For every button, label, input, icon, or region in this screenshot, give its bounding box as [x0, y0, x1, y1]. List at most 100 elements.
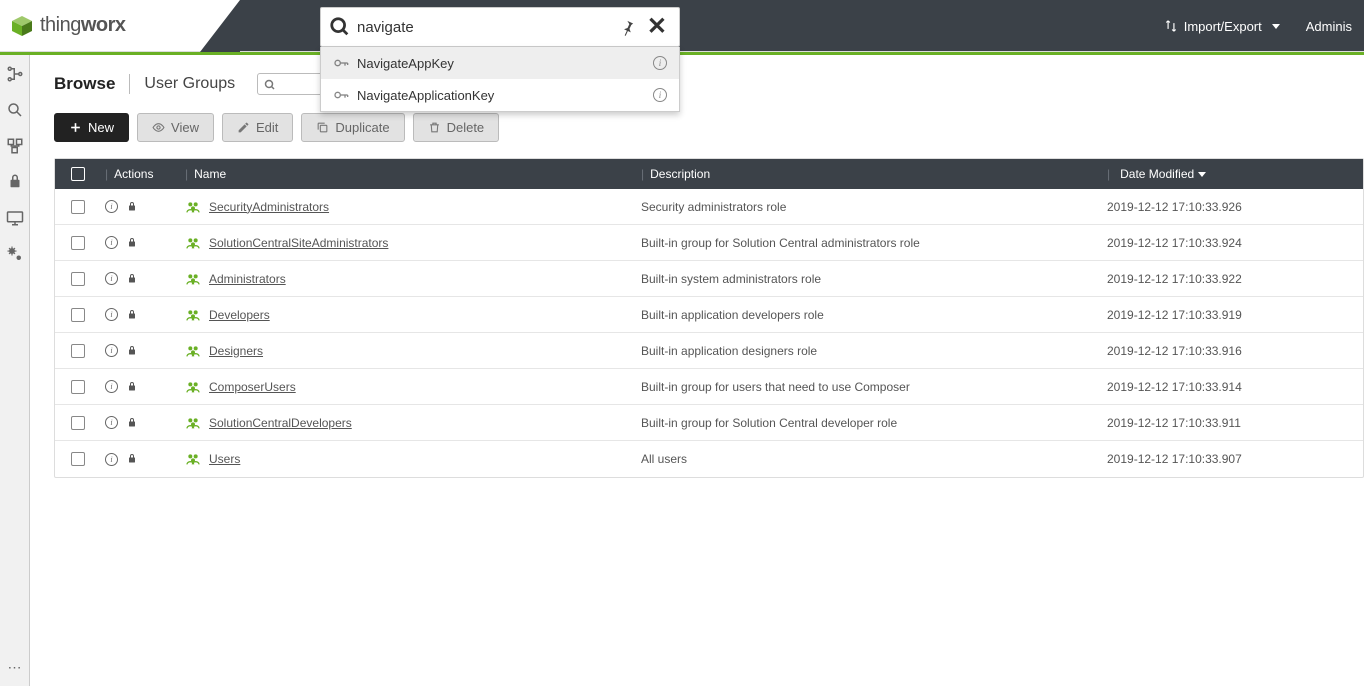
info-icon[interactable]: i [105, 236, 118, 249]
group-icon [185, 235, 201, 251]
table-row[interactable]: i ComposerUsers Built-in group for users t… [55, 369, 1363, 405]
pencil-icon [237, 121, 250, 134]
table-row[interactable]: i SecurityAdministrators Security administ… [55, 189, 1363, 225]
header-name[interactable]: Name [194, 167, 226, 181]
duplicate-button[interactable]: Duplicate [301, 113, 404, 142]
delete-button[interactable]: Delete [413, 113, 500, 142]
lock-icon [126, 453, 138, 465]
group-icon [185, 379, 201, 395]
group-icon [185, 271, 201, 287]
view-button[interactable]: View [137, 113, 214, 142]
row-description: All users [637, 452, 1103, 466]
filter-search-icon [264, 78, 276, 90]
info-icon[interactable]: i [105, 453, 118, 466]
gear-icon[interactable] [6, 245, 24, 263]
suggestion-item[interactable]: NavigateApplicationKey i [321, 79, 679, 111]
search-suggestions: NavigateAppKey i NavigateApplicationKey … [320, 47, 680, 112]
row-date: 2019-12-12 17:10:33.916 [1103, 344, 1363, 358]
row-description: Built-in group for users that need to us… [637, 380, 1103, 394]
security-rail-icon[interactable] [6, 173, 24, 191]
breadcrumb: Browse User Groups [54, 73, 1364, 95]
search-rail-icon[interactable] [6, 101, 24, 119]
sort-desc-icon[interactable] [1198, 172, 1206, 177]
row-checkbox[interactable] [71, 452, 85, 466]
row-checkbox[interactable] [71, 200, 85, 214]
header-date[interactable]: Date Modified [1120, 167, 1194, 181]
close-icon[interactable]: ✕ [643, 15, 671, 39]
select-all-checkbox[interactable] [71, 167, 85, 181]
row-name-link[interactable]: SolutionCentralDevelopers [209, 416, 352, 430]
copy-icon [316, 121, 329, 134]
group-icon [185, 199, 201, 215]
key-icon [333, 55, 349, 71]
logo[interactable]: thingworx [0, 14, 126, 38]
global-search-input[interactable] [351, 19, 619, 36]
search-icon [329, 16, 351, 38]
data-grid: |Actions |Name |Description |Date Modifi… [54, 158, 1364, 478]
expand-rail-icon[interactable]: ⋯ [8, 659, 22, 676]
row-date: 2019-12-12 17:10:33.926 [1103, 200, 1363, 214]
duplicate-button-label: Duplicate [335, 120, 389, 135]
info-icon[interactable]: i [105, 416, 118, 429]
view-button-label: View [171, 120, 199, 135]
table-row[interactable]: i Users All users2019-12-12 17:10:33.907 [55, 441, 1363, 477]
row-checkbox[interactable] [71, 416, 85, 430]
info-icon[interactable]: i [105, 200, 118, 213]
row-description: Built-in application developers role [637, 308, 1103, 322]
row-date: 2019-12-12 17:10:33.907 [1103, 452, 1363, 466]
breadcrumb-separator [129, 74, 130, 94]
row-checkbox[interactable] [71, 380, 85, 394]
row-checkbox[interactable] [71, 236, 85, 250]
row-description: Built-in group for Solution Central admi… [637, 236, 1103, 250]
table-row[interactable]: i SolutionCentralSiteAdministrators Built-… [55, 225, 1363, 261]
row-name-link[interactable]: SolutionCentralSiteAdministrators [209, 236, 388, 250]
header-description[interactable]: Description [650, 167, 710, 181]
row-checkbox[interactable] [71, 308, 85, 322]
import-export-label: Import/Export [1184, 19, 1262, 34]
row-date: 2019-12-12 17:10:33.922 [1103, 272, 1363, 286]
new-button[interactable]: New [54, 113, 129, 142]
row-checkbox[interactable] [71, 344, 85, 358]
row-name-link[interactable]: Users [209, 452, 240, 466]
top-bar: thingworx ✕ NavigateAppKey i [0, 0, 1364, 52]
row-name-link[interactable]: Administrators [209, 272, 286, 286]
info-icon[interactable]: i [105, 380, 118, 393]
row-name-link[interactable]: Designers [209, 344, 263, 358]
edit-button[interactable]: Edit [222, 113, 293, 142]
row-description: Built-in application designers role [637, 344, 1103, 358]
logo-text: thingworx [40, 14, 126, 37]
info-icon[interactable]: i [105, 344, 118, 357]
row-checkbox[interactable] [71, 272, 85, 286]
row-description: Security administrators role [637, 200, 1103, 214]
table-row[interactable]: i Developers Built-in application develope… [55, 297, 1363, 333]
current-user-label[interactable]: Adminis [1306, 19, 1352, 34]
lock-icon [126, 201, 138, 213]
info-icon[interactable]: i [653, 88, 667, 102]
delete-button-label: Delete [447, 120, 485, 135]
monitor-icon[interactable] [6, 209, 24, 227]
row-name-link[interactable]: ComposerUsers [209, 380, 296, 394]
plus-icon [69, 121, 82, 134]
row-date: 2019-12-12 17:10:33.924 [1103, 236, 1363, 250]
suggestion-item[interactable]: NavigateAppKey i [321, 47, 679, 79]
breadcrumb-root[interactable]: Browse [54, 74, 115, 94]
row-name-link[interactable]: SecurityAdministrators [209, 200, 329, 214]
header-actions[interactable]: Actions [114, 167, 153, 181]
info-icon[interactable]: i [105, 308, 118, 321]
lock-icon [126, 345, 138, 357]
new-button-label: New [88, 120, 114, 135]
left-rail: ⋯ [0, 55, 30, 686]
model-icon[interactable] [6, 137, 24, 155]
info-icon[interactable]: i [653, 56, 667, 70]
table-row[interactable]: iAdministratorsBuilt-in system administr… [55, 261, 1363, 297]
pin-icon[interactable] [619, 18, 637, 36]
caret-down-icon [1272, 24, 1280, 29]
lock-icon [126, 273, 138, 285]
info-icon[interactable]: i [105, 272, 118, 285]
table-row[interactable]: iSolutionCentralDevelopersBuilt-in group… [55, 405, 1363, 441]
table-row[interactable]: i Designers Built-in application designers… [55, 333, 1363, 369]
import-export-menu[interactable]: Import/Export [1164, 19, 1280, 34]
hierarchy-icon[interactable] [6, 65, 24, 83]
import-export-icon [1164, 19, 1178, 33]
row-name-link[interactable]: Developers [209, 308, 270, 322]
